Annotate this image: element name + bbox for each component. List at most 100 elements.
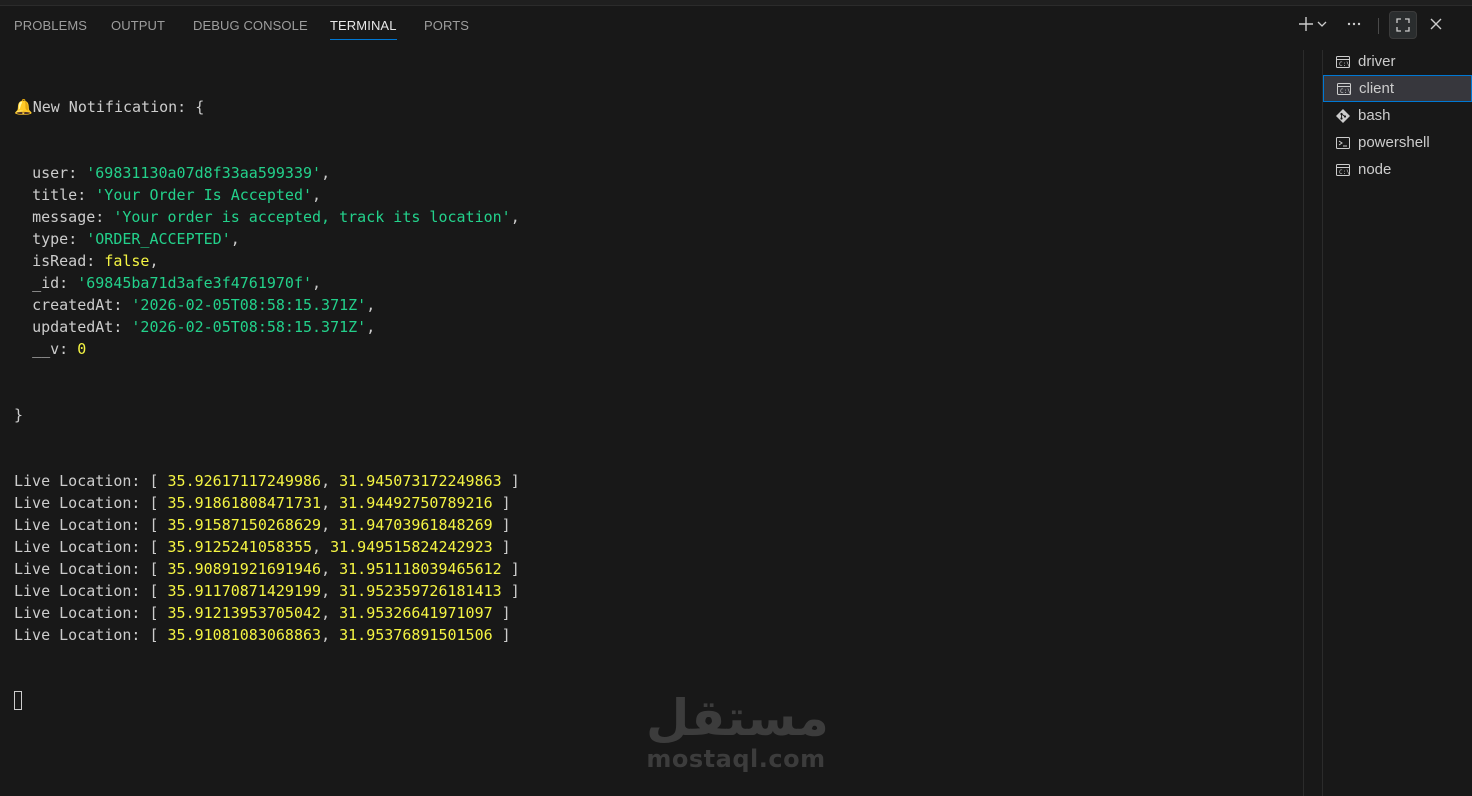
field-comma: ,	[312, 186, 322, 204]
field-key: type	[32, 230, 69, 248]
live-location-line: Live Location: [ 35.91861808471731, 31.9…	[14, 492, 1294, 514]
field-key: isRead	[32, 252, 87, 270]
live-location-label: Live Location:	[14, 538, 141, 556]
latitude-value: 31.95326641971097	[339, 604, 493, 622]
field-value: 0	[77, 340, 87, 358]
value-separator: ,	[321, 560, 340, 578]
session-client[interactable]: C:\ client	[1323, 75, 1472, 102]
notification-field-line: isRead: false,	[14, 250, 1294, 272]
tab-problems[interactable]: PROBLEMS	[14, 18, 87, 34]
bracket-close: ]	[492, 516, 511, 534]
bracket-open: [	[140, 604, 168, 622]
watermark-latin: mostaql.com	[646, 745, 826, 773]
field-value: 'ORDER_ACCEPTED'	[86, 230, 231, 248]
latitude-value: 31.945073172249863	[339, 472, 502, 490]
live-location-line: Live Location: [ 35.91587150268629, 31.9…	[14, 514, 1294, 536]
chevron-down-icon[interactable]	[1314, 12, 1330, 36]
field-separator: :	[59, 340, 78, 358]
session-bash[interactable]: bash	[1323, 102, 1472, 129]
session-powershell[interactable]: powershell	[1323, 129, 1472, 156]
field-comma: ,	[510, 208, 520, 226]
notification-header: New Notification: {	[32, 98, 205, 116]
tab-terminal[interactable]: TERMINAL	[330, 18, 397, 40]
field-value: 'Your Order Is Accepted'	[95, 186, 313, 204]
maximize-icon[interactable]	[1389, 11, 1417, 39]
closing-brace: }	[14, 406, 24, 424]
svg-text:C:\: C:\	[1339, 169, 1350, 176]
field-comma: ,	[366, 318, 376, 336]
field-separator: :	[68, 230, 87, 248]
tab-ports[interactable]: PORTS	[424, 18, 469, 34]
live-location-line: Live Location: [ 35.91170871429199, 31.9…	[14, 580, 1294, 602]
panel-tab-bar: PROBLEMS OUTPUT DEBUG CONSOLE TERMINAL P…	[0, 6, 1472, 42]
bell-icon: 🔔	[14, 98, 33, 116]
session-driver[interactable]: C:\ driver	[1323, 48, 1472, 75]
close-icon[interactable]	[1424, 12, 1448, 36]
bracket-close: ]	[492, 538, 511, 556]
field-comma: ,	[149, 252, 159, 270]
live-location-label: Live Location:	[14, 604, 141, 622]
value-separator: ,	[312, 538, 331, 556]
tab-debug-console[interactable]: DEBUG CONSOLE	[193, 18, 308, 34]
tab-output[interactable]: OUTPUT	[111, 18, 165, 34]
bracket-close: ]	[501, 560, 520, 578]
field-key: __v	[32, 340, 60, 358]
field-key: updatedAt	[32, 318, 114, 336]
bracket-close: ]	[501, 472, 520, 490]
latitude-value: 31.951118039465612	[339, 560, 502, 578]
field-value: '69831130a07d8f33aa599339'	[86, 164, 322, 182]
bracket-close: ]	[492, 626, 511, 644]
latitude-value: 31.95376891501506	[339, 626, 493, 644]
terminal-output[interactable]: 🔔New Notification: { user: '69831130a07d…	[14, 52, 1294, 792]
svg-text:C:\: C:\	[1340, 88, 1351, 95]
value-separator: ,	[321, 494, 340, 512]
live-location-label: Live Location:	[14, 472, 141, 490]
live-location-line: Live Location: [ 35.92617117249986, 31.9…	[14, 470, 1294, 492]
svg-text:C:\: C:\	[1339, 61, 1350, 68]
cmd-icon: C:\	[1334, 53, 1352, 71]
field-value: '2026-02-05T08:58:15.371Z'	[131, 296, 367, 314]
git-bash-icon	[1334, 107, 1352, 125]
longitude-value: 35.91861808471731	[167, 494, 322, 512]
field-separator: :	[95, 208, 114, 226]
notification-field-line: message: 'Your order is accepted, track …	[14, 206, 1294, 228]
value-separator: ,	[321, 582, 340, 600]
bracket-open: [	[140, 538, 168, 556]
more-icon[interactable]	[1342, 12, 1366, 36]
field-value: '69845ba71d3afe3f4761970f'	[77, 274, 313, 292]
bracket-open: [	[140, 560, 168, 578]
value-separator: ,	[321, 604, 340, 622]
live-location-line: Live Location: [ 35.9125241058355, 31.94…	[14, 536, 1294, 558]
field-comma: ,	[230, 230, 240, 248]
field-comma: ,	[321, 164, 331, 182]
field-value: '2026-02-05T08:58:15.371Z'	[131, 318, 367, 336]
field-key: message	[32, 208, 96, 226]
notification-field-line: updatedAt: '2026-02-05T08:58:15.371Z',	[14, 316, 1294, 338]
notification-field-line: createdAt: '2026-02-05T08:58:15.371Z',	[14, 294, 1294, 316]
field-separator: :	[86, 252, 105, 270]
session-node[interactable]: C:\ node	[1323, 156, 1472, 183]
notification-header-line: 🔔New Notification: {	[14, 96, 1294, 118]
field-separator: :	[59, 274, 78, 292]
terminal-scrollbar[interactable]	[1304, 50, 1323, 796]
field-key: title	[32, 186, 78, 204]
bracket-close: ]	[492, 604, 511, 622]
field-separator: :	[77, 186, 96, 204]
field-separator: :	[113, 296, 132, 314]
bracket-open: [	[140, 582, 168, 600]
watermark-logo: مستقل mostaql.com	[646, 690, 829, 786]
live-location-line: Live Location: [ 35.91213953705042, 31.9…	[14, 602, 1294, 624]
longitude-value: 35.92617117249986	[167, 472, 322, 490]
live-location-line: Live Location: [ 35.91081083068863, 31.9…	[14, 624, 1294, 646]
notification-field-line: _id: '69845ba71d3afe3f4761970f',	[14, 272, 1294, 294]
bracket-open: [	[140, 472, 168, 490]
cmd-icon: C:\	[1335, 80, 1353, 98]
powershell-icon	[1334, 134, 1352, 152]
field-value: false	[104, 252, 150, 270]
value-separator: ,	[321, 472, 340, 490]
cmd-icon: C:\	[1334, 161, 1352, 179]
field-value: 'Your order is accepted, track its locat…	[113, 208, 511, 226]
live-location-label: Live Location:	[14, 582, 141, 600]
value-separator: ,	[321, 626, 340, 644]
terminal-cursor	[14, 691, 22, 710]
